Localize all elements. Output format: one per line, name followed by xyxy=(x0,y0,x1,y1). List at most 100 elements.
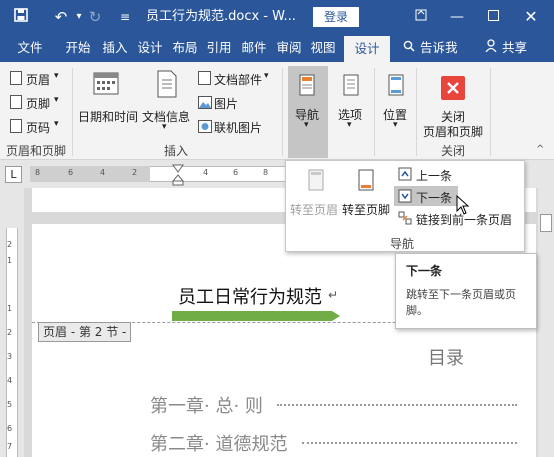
vruler-tick: 7 xyxy=(7,442,13,451)
close-button-line2[interactable]: 页眉和页脚 xyxy=(423,123,483,140)
vruler-tick: 1 xyxy=(7,256,13,265)
ruler-tick: 4 xyxy=(100,168,106,177)
tab-stop-selector[interactable]: L xyxy=(5,166,22,183)
tab-review[interactable]: 审阅 xyxy=(272,34,306,62)
next-tooltip: 下一条 跳转至下一条页眉或页 脚。 xyxy=(395,253,537,329)
group-close-label: 关闭 xyxy=(441,144,466,158)
scrollbar-thumb[interactable] xyxy=(540,214,552,232)
header-accent-bar xyxy=(172,310,340,321)
page-number-button[interactable]: 页码 xyxy=(26,119,50,136)
vruler-tick: 2 xyxy=(7,328,13,337)
header-section-tag: 页眉 - 第 2 节 - xyxy=(38,322,132,342)
vruler-tick: 5 xyxy=(7,400,13,409)
picture-icon xyxy=(198,95,212,109)
quick-parts-dropdown-icon[interactable]: ▾ xyxy=(264,71,269,81)
page-number-icon xyxy=(10,119,22,133)
previous-icon xyxy=(398,167,412,184)
ribbon: 页眉 ▾ 页脚 ▾ 页码 ▾ 页眉和页脚 日期和时间 文档信息 ▾ 文档部件 ▾… xyxy=(0,62,554,160)
window-title: 员工行为规范.docx - W... xyxy=(146,9,296,24)
next-button[interactable]: 下一条 xyxy=(416,189,452,206)
ruler-tick: 8 xyxy=(263,168,269,177)
redo-icon[interactable]: ↻ xyxy=(84,0,106,34)
ruler-tick: 4 xyxy=(203,168,209,177)
tab-view[interactable]: 视图 xyxy=(306,34,340,62)
navigation-icon xyxy=(297,74,317,96)
lightbulb-search-icon[interactable] xyxy=(402,34,416,62)
toc-entry: 第一章· 总· 则 xyxy=(150,396,263,417)
ribbon-display-icon[interactable] xyxy=(406,0,436,34)
group-header-footer-label: 页眉和页脚 xyxy=(6,144,67,158)
tooltip-description-line1: 跳转至下一条页眉或页 xyxy=(406,288,516,301)
goto-footer-button[interactable]: 转至页脚 xyxy=(342,201,390,218)
quick-parts-button[interactable]: 文档部件 xyxy=(214,71,262,88)
ruler-tick: 6 xyxy=(233,168,239,177)
vruler-tick: 1 xyxy=(7,304,13,313)
goto-header-icon xyxy=(306,169,326,194)
goto-header-button[interactable]: 转至页眉 xyxy=(290,201,338,218)
online-picture-icon xyxy=(198,119,212,133)
footer-icon xyxy=(10,95,22,109)
minimize-icon[interactable]: — xyxy=(442,0,472,34)
page-number-dropdown-icon[interactable]: ▾ xyxy=(54,119,59,129)
share-user-icon[interactable] xyxy=(484,34,498,62)
tab-insert[interactable]: 插入 xyxy=(98,34,132,62)
toc-leader xyxy=(277,404,517,406)
tab-references[interactable]: 引用 xyxy=(202,34,236,62)
tab-layout[interactable]: 布局 xyxy=(168,34,202,62)
close-header-footer-icon xyxy=(441,76,465,100)
header-button[interactable]: 页眉 xyxy=(26,71,50,88)
tab-mailings[interactable]: 邮件 xyxy=(237,34,271,62)
close-window-icon[interactable]: ✕ xyxy=(516,0,546,34)
tab-design[interactable]: 设计 xyxy=(133,34,167,62)
ruler-tick: 2 xyxy=(132,168,138,177)
save-icon[interactable] xyxy=(10,0,32,34)
navigation-dropdown: 转至页眉 转至页脚 上一条 下一条 链接到前一条页眉 导航 xyxy=(285,160,525,252)
footer-dropdown-icon[interactable]: ▾ xyxy=(54,95,59,105)
tab-header-footer-design[interactable]: 设计 xyxy=(344,36,390,62)
vertical-scrollbar[interactable] xyxy=(538,188,554,457)
tooltip-title: 下一条 xyxy=(406,264,443,278)
navigation-dropdown-icon[interactable]: ▾ xyxy=(304,120,309,130)
group-divider xyxy=(282,68,283,156)
position-dropdown-icon[interactable]: ▾ xyxy=(393,120,398,130)
options-icon xyxy=(341,74,361,96)
group-insert-label: 插入 xyxy=(164,144,189,158)
header-icon xyxy=(10,71,22,85)
footer-button[interactable]: 页脚 xyxy=(26,95,50,112)
ruler-tick: 6 xyxy=(68,168,74,177)
document-info-icon xyxy=(156,70,178,98)
previous-button[interactable]: 上一条 xyxy=(416,167,452,184)
ribbon-tabs: 文件 开始 插入 设计 布局 引用 邮件 审阅 视图 设计 告诉我 共享 xyxy=(0,34,554,62)
maximize-icon[interactable] xyxy=(478,0,508,34)
tab-home[interactable]: 开始 xyxy=(60,34,96,62)
group-divider xyxy=(72,68,73,156)
indent-marker-icon[interactable] xyxy=(171,164,185,189)
tooltip-description-line2: 脚。 xyxy=(406,304,428,317)
customize-quick-access-icon[interactable]: ≡ xyxy=(114,0,136,34)
options-dropdown-icon[interactable]: ▾ xyxy=(347,120,352,130)
picture-button[interactable]: 图片 xyxy=(214,95,238,112)
vertical-ruler: 2 1 1 2 3 4 5 6 7 xyxy=(0,188,24,457)
date-time-button[interactable]: 日期和时间 xyxy=(78,108,138,125)
vruler-tick: 3 xyxy=(7,352,13,361)
ruler-tick: 8 xyxy=(35,168,41,177)
login-button[interactable]: 登录 xyxy=(313,7,359,27)
calendar-icon xyxy=(92,70,120,96)
tell-me-box[interactable]: 告诉我 xyxy=(420,34,466,62)
navigation-group-label: 导航 xyxy=(390,237,415,251)
group-divider xyxy=(374,68,375,156)
mouse-cursor-icon xyxy=(456,194,470,218)
vruler-tick: 6 xyxy=(7,424,13,433)
paragraph-mark-icon: ↵ xyxy=(328,288,339,302)
header-text[interactable]: 员工日常行为规范 xyxy=(178,283,322,309)
collapse-ribbon-icon[interactable]: ^ xyxy=(536,144,544,155)
quick-parts-icon xyxy=(198,71,211,85)
tab-file[interactable]: 文件 xyxy=(8,34,52,62)
header-dropdown-icon[interactable]: ▾ xyxy=(54,71,59,81)
share-button[interactable]: 共享 xyxy=(502,34,536,62)
vruler-tick: 2 xyxy=(7,240,13,249)
online-picture-button[interactable]: 联机图片 xyxy=(214,119,262,136)
goto-footer-icon xyxy=(356,169,376,194)
link-previous-icon xyxy=(398,211,412,228)
document-info-dropdown-icon[interactable]: ▾ xyxy=(162,122,167,132)
